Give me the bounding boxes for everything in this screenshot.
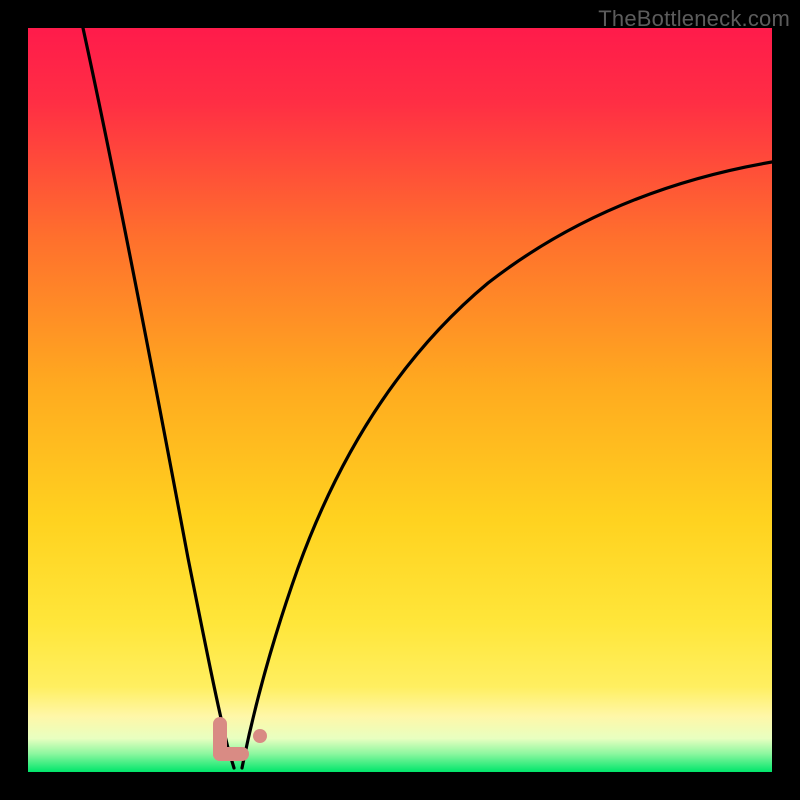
- watermark-text: TheBottleneck.com: [598, 6, 790, 32]
- background-gradient: [28, 28, 772, 772]
- chart-plot-area: [28, 28, 772, 772]
